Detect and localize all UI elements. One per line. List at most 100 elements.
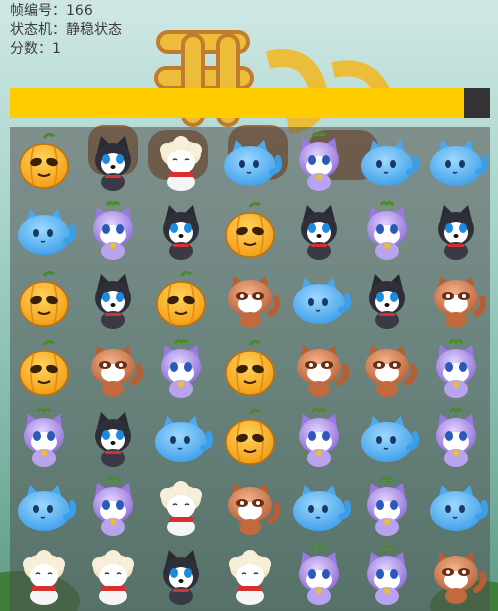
tile-husky[interactable] <box>287 199 351 263</box>
purple-cat-icon <box>435 339 476 398</box>
tile-purple-cat[interactable] <box>287 130 351 194</box>
purple-cat-icon <box>367 200 408 260</box>
tile-raccoon[interactable] <box>424 544 488 608</box>
blue-cat-icon <box>224 139 283 186</box>
game-board[interactable] <box>10 127 490 611</box>
purple-cat-icon <box>161 339 202 398</box>
sheep-icon <box>91 550 134 606</box>
tile-raccoon[interactable] <box>218 475 282 539</box>
tile-purple-cat[interactable] <box>424 406 488 470</box>
tile-sheep[interactable] <box>149 130 213 194</box>
tile-raccoon[interactable] <box>355 337 419 401</box>
raccoon-icon <box>296 345 349 397</box>
purple-cat-icon <box>298 131 339 191</box>
score-value: 1 <box>52 41 61 57</box>
tile-blue-cat[interactable] <box>355 130 420 194</box>
husky-icon <box>163 204 200 260</box>
tile-blue-cat[interactable] <box>12 199 77 263</box>
frame-label: 帧编号： <box>10 3 66 19</box>
tile-husky[interactable] <box>424 199 488 263</box>
tile-purple-cat[interactable] <box>287 544 351 608</box>
state-label: 状态机： <box>10 22 66 38</box>
tile-pumpkin[interactable] <box>149 268 213 332</box>
raccoon-icon <box>228 483 281 536</box>
tile-husky[interactable] <box>149 544 213 608</box>
sheep-icon <box>160 135 203 191</box>
sheep-icon <box>229 550 271 606</box>
raccoon-icon <box>433 552 486 605</box>
tile-husky[interactable] <box>355 268 419 332</box>
tile-purple-cat[interactable] <box>355 199 419 263</box>
tile-pumpkin[interactable] <box>12 268 76 332</box>
purple-cat-icon <box>298 546 339 606</box>
tile-pumpkin[interactable] <box>218 199 282 263</box>
tile-pumpkin[interactable] <box>218 406 282 470</box>
tile-blue-cat[interactable] <box>12 475 77 539</box>
score-label: 分数： <box>10 41 52 57</box>
tile-sheep[interactable] <box>12 544 76 608</box>
husky-icon <box>94 273 131 329</box>
blue-cat-icon <box>429 139 488 186</box>
raccoon-icon <box>365 345 418 397</box>
husky-icon <box>437 204 474 260</box>
tile-blue-cat[interactable] <box>424 475 488 539</box>
state-value: 静稳状态 <box>66 22 122 38</box>
purple-cat-icon <box>367 546 408 606</box>
tile-purple-cat[interactable] <box>81 199 145 263</box>
tile-husky[interactable] <box>81 130 145 194</box>
tile-raccoon[interactable] <box>81 337 145 401</box>
tile-husky[interactable] <box>149 199 213 263</box>
tile-husky[interactable] <box>81 406 145 470</box>
blue-cat-icon <box>292 485 351 532</box>
tile-purple-cat[interactable] <box>287 406 351 470</box>
tile-pumpkin[interactable] <box>12 337 76 401</box>
pumpkin-icon <box>225 409 275 465</box>
purple-cat-icon <box>24 408 65 468</box>
tile-blue-cat[interactable] <box>424 130 488 194</box>
tile-pumpkin[interactable] <box>218 337 282 401</box>
purple-cat-icon <box>92 477 133 537</box>
tile-blue-cat[interactable] <box>287 475 351 539</box>
purple-cat-icon <box>367 477 408 537</box>
pumpkin-icon <box>19 132 70 189</box>
tile-sheep[interactable] <box>218 544 282 608</box>
tile-raccoon[interactable] <box>287 337 351 401</box>
tile-raccoon[interactable] <box>424 268 488 332</box>
pumpkin-icon <box>156 270 207 327</box>
blue-cat-icon <box>361 416 420 463</box>
blue-cat-icon <box>18 208 77 255</box>
blue-cat-icon <box>155 416 214 463</box>
husky-icon <box>94 135 131 191</box>
tile-sheep[interactable] <box>149 475 213 539</box>
tile-purple-cat[interactable] <box>355 544 419 608</box>
blue-cat-icon <box>292 277 351 324</box>
hud-panel: 帧编号： 166 状态机： 静稳状态 分数： 1 <box>10 2 122 59</box>
pumpkin-icon <box>19 270 70 327</box>
tile-blue-cat[interactable] <box>218 130 283 194</box>
purple-cat-icon <box>298 408 339 468</box>
blue-cat-icon <box>429 485 488 532</box>
husky-icon <box>369 273 406 329</box>
sheep-icon <box>23 550 66 606</box>
tile-purple-cat[interactable] <box>424 337 488 401</box>
tile-blue-cat[interactable] <box>287 268 351 332</box>
tile-purple-cat[interactable] <box>12 406 76 470</box>
tile-husky[interactable] <box>81 268 145 332</box>
tile-sheep[interactable] <box>81 544 145 608</box>
tile-purple-cat[interactable] <box>149 337 213 401</box>
time-progress-bar <box>10 88 490 118</box>
frame-counter: 帧编号： 166 <box>10 2 122 21</box>
tile-purple-cat[interactable] <box>81 475 145 539</box>
tile-raccoon[interactable] <box>218 268 282 332</box>
blue-cat-icon <box>18 485 77 532</box>
tile-pumpkin[interactable] <box>12 130 76 194</box>
husky-icon <box>163 550 200 606</box>
purple-cat-icon <box>92 200 133 260</box>
raccoon-icon <box>433 275 486 328</box>
raccoon-icon <box>90 345 143 397</box>
tile-purple-cat[interactable] <box>355 475 419 539</box>
sheep-icon <box>160 481 203 537</box>
tile-blue-cat[interactable] <box>355 406 420 470</box>
tile-blue-cat[interactable] <box>149 406 214 470</box>
score-display: 分数： 1 <box>10 40 122 59</box>
